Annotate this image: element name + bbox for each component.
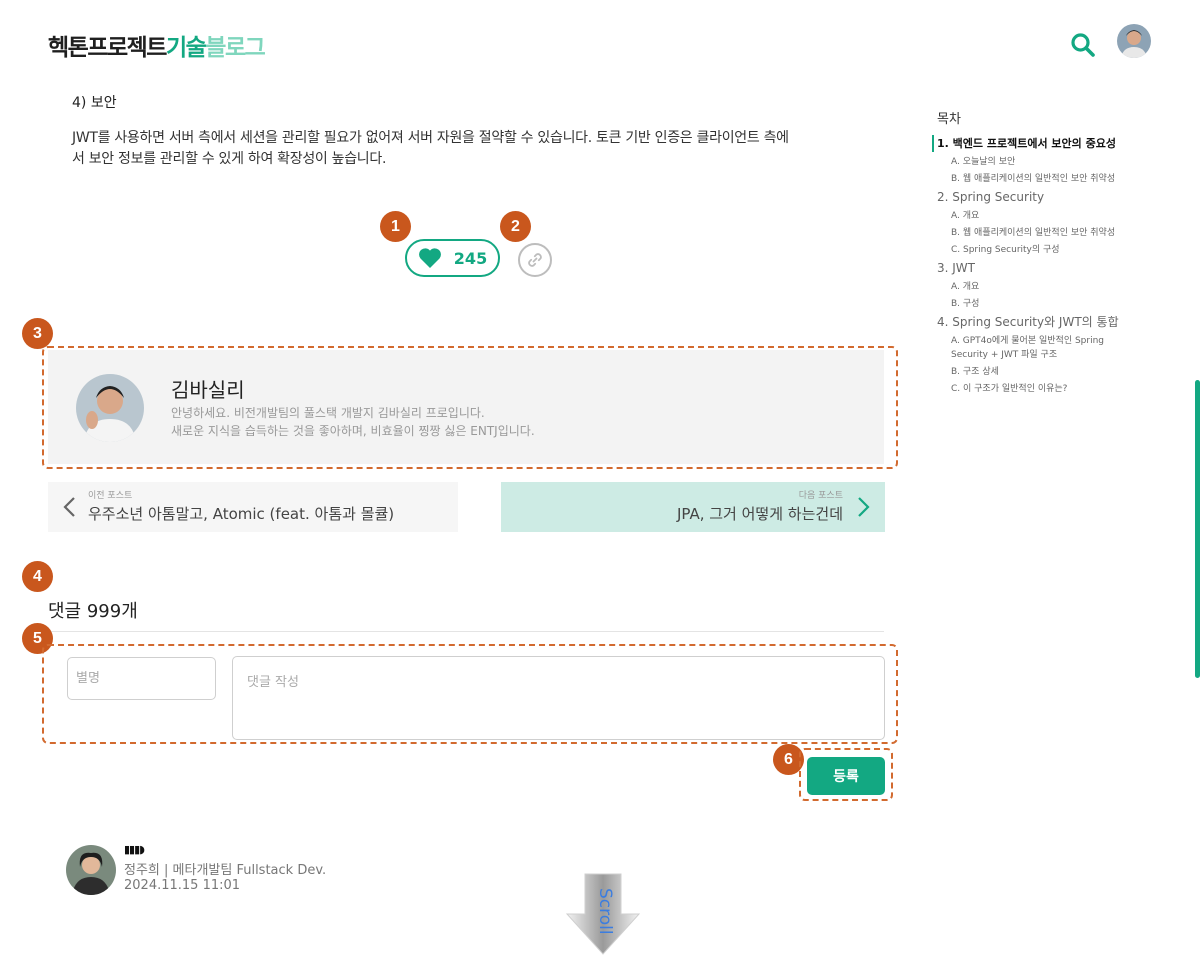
next-post-link[interactable]: 다음 포스트 JPA, 그거 어떻게 하는건데 — [501, 482, 885, 532]
marker-3: 3 — [22, 318, 53, 349]
comment-count-title: 댓글 999개 — [48, 601, 138, 622]
like-button[interactable]: 245 — [405, 239, 500, 277]
nickname-input[interactable] — [67, 657, 216, 700]
marker-4: 4 — [22, 561, 53, 592]
prev-post-link[interactable]: 이전 포스트 우주소년 아톰말고, Atomic (feat. 아톰과 몰큘) — [48, 482, 458, 532]
article-body-line: 서 보안 정보를 관리할 수 있게 하여 확장성이 높습니다. — [72, 151, 387, 167]
commenter-nickname: ▮▮▮◗ — [124, 843, 145, 856]
toc-section[interactable]: 3. JWT — [932, 260, 1147, 277]
section-heading: 4) 보안 — [72, 95, 117, 111]
author-name: 김바실리 — [171, 378, 245, 402]
prev-post-title: 우주소년 아톰말고, Atomic (feat. 아톰과 몰큘) — [88, 505, 395, 523]
article-body: JWT를 사용하면 서버 측에서 세션을 관리할 필요가 없어져 서버 자원을 … — [72, 128, 862, 170]
site-logo[interactable]: 헥톤프로젝트기술블로그 — [48, 28, 266, 62]
user-avatar[interactable] — [1117, 24, 1151, 58]
next-post-title: JPA, 그거 어떻게 하는건데 — [676, 505, 843, 523]
toc-subsection[interactable]: B. 구성 — [932, 297, 1147, 311]
comment-textarea[interactable] — [232, 656, 885, 740]
copy-link-button[interactable] — [518, 243, 552, 277]
marker-2: 2 — [500, 211, 531, 242]
author-card: 김바실리 안녕하세요. 비전개발팀의 풀스택 개발지 김바실리 프로입니다. 새… — [48, 350, 884, 464]
toc-title: 목차 — [937, 112, 961, 127]
toc-subsection[interactable]: B. 웹 애플리케이션의 일반적인 보안 취약성 — [932, 172, 1147, 186]
toc-subsection[interactable]: B. 웹 애플리케이션의 일반적인 보안 취약성 — [932, 226, 1147, 240]
toc-subsection[interactable]: A. 개요 — [932, 209, 1147, 223]
commenter-meta: 정주희 | 메타개발팀 Fullstack Dev. — [124, 863, 327, 878]
author-bio: 안녕하세요. 비전개발팀의 풀스택 개발지 김바실리 프로입니다. 새로운 지식… — [171, 404, 535, 440]
comment-date: 2024.11.15 11:01 — [124, 878, 241, 893]
marker-1: 1 — [380, 211, 411, 242]
toc-subsection[interactable]: A. 오늘날의 보안 — [932, 155, 1147, 169]
page-scrollbar[interactable] — [1195, 380, 1200, 678]
toc-subsection[interactable]: C. Spring Security의 구성 — [932, 243, 1147, 257]
submit-comment-button[interactable]: 등록 — [807, 757, 885, 795]
author-bio-line: 새로운 지식을 습득하는 것을 좋아하며, 비효율이 찡짱 싫은 ENTJ입니다… — [171, 424, 535, 438]
toc-subsection[interactable]: C. 이 구조가 일반적인 이유는? — [932, 382, 1147, 396]
next-post-label: 다음 포스트 — [798, 491, 843, 501]
logo-text-brand: 헥톤프로젝트 — [48, 35, 167, 61]
logo-text-tech: 기술 — [165, 35, 207, 61]
divider — [48, 631, 884, 632]
toc-section[interactable]: 2. Spring Security — [932, 189, 1147, 206]
logo-text-blog: 블로그 — [205, 35, 265, 61]
chevron-left-icon — [63, 497, 75, 517]
toc-subsection[interactable]: A. 개요 — [932, 280, 1147, 294]
scroll-label: Scroll — [595, 888, 615, 935]
search-icon[interactable] — [1068, 30, 1098, 60]
author-bio-line: 안녕하세요. 비전개발팀의 풀스택 개발지 김바실리 프로입니다. — [171, 406, 485, 420]
table-of-contents: 1. 백엔드 프로젝트에서 보안의 중요성 A. 오늘날의 보안 B. 웹 애플리케… — [932, 135, 1147, 399]
chevron-right-icon — [858, 497, 870, 517]
link-icon — [528, 253, 542, 267]
toc-subsection[interactable]: B. 구조 상세 — [932, 365, 1147, 379]
commenter-avatar — [66, 845, 116, 895]
heart-icon — [418, 248, 441, 268]
scroll-down-arrow: Scroll — [565, 872, 641, 956]
toc-section[interactable]: 1. 백엔드 프로젝트에서 보안의 중요성 — [932, 135, 1147, 152]
prev-post-label: 이전 포스트 — [88, 491, 133, 501]
article-body-line: JWT를 사용하면 서버 측에서 세션을 관리할 필요가 없어져 서버 자원을 … — [72, 130, 789, 146]
like-count: 245 — [453, 248, 488, 268]
toc-subsection[interactable]: A. GPT4o에게 물어본 일반적인 Spring Security + JW… — [932, 334, 1147, 362]
author-avatar — [76, 374, 144, 442]
toc-section[interactable]: 4. Spring Security와 JWT의 통합 — [932, 314, 1147, 331]
